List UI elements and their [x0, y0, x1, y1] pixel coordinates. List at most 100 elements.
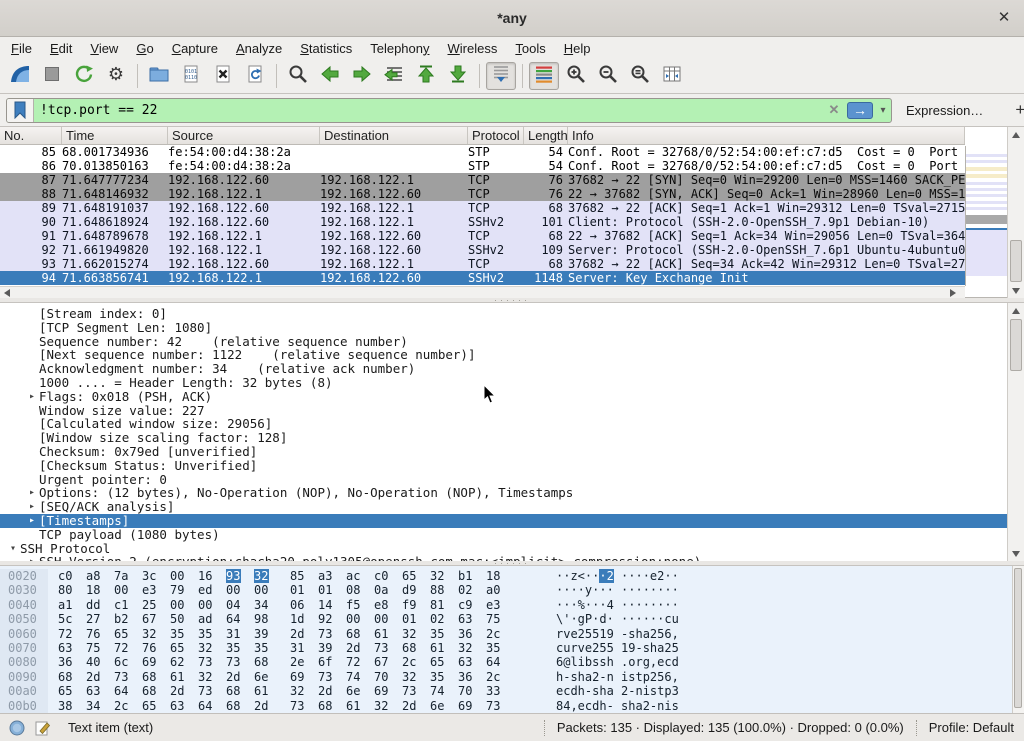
zoom-reset-button[interactable] — [625, 62, 655, 90]
byte[interactable]: 69 — [142, 655, 157, 669]
byte[interactable]: 73 — [198, 684, 213, 698]
byte[interactable]: 72 — [114, 641, 129, 655]
column-header-protocol[interactable]: Protocol — [468, 127, 524, 144]
byte[interactable]: 2c — [486, 670, 501, 684]
filter-dropdown-caret[interactable]: ▾ — [875, 99, 891, 122]
byte[interactable]: e3 — [486, 598, 501, 612]
byte[interactable]: 32 — [290, 684, 305, 698]
byte[interactable]: 73 — [402, 684, 417, 698]
scroll-down-icon[interactable] — [1012, 288, 1020, 294]
byte[interactable]: ed — [198, 583, 213, 597]
byte[interactable]: 68 — [402, 641, 417, 655]
column-header-info[interactable]: Info — [568, 127, 965, 144]
filter-bookmark-button[interactable] — [7, 99, 34, 122]
detail-line[interactable]: TCP payload (1080 bytes) — [0, 528, 1024, 542]
menu-edit[interactable]: Edit — [41, 39, 81, 58]
hex-row-00b0[interactable]: 00b038342c656364682d736861322d6e697384,e… — [0, 699, 1024, 713]
packet-row-89[interactable]: 8971.648191037192.168.122.60192.168.122.… — [0, 201, 965, 215]
packet-list-minimap[interactable] — [965, 146, 1007, 286]
byte[interactable]: 40 — [86, 655, 101, 669]
detail-line[interactable]: [Window size scaling factor: 128] — [0, 431, 1024, 445]
byte[interactable]: 2e — [290, 655, 305, 669]
byte[interactable]: 38 — [58, 699, 73, 713]
scroll-up-icon[interactable] — [1012, 308, 1020, 314]
byte[interactable]: 32 — [374, 699, 389, 713]
byte[interactable]: 61 — [170, 670, 185, 684]
byte[interactable]: 32 — [430, 569, 445, 583]
byte[interactable]: 01 — [402, 612, 417, 626]
byte[interactable]: f5 — [346, 598, 361, 612]
zoom-out-button[interactable] — [593, 62, 623, 90]
byte[interactable]: 31 — [226, 627, 241, 641]
byte[interactable]: 36 — [458, 670, 473, 684]
hex-row-0080[interactable]: 008036406c69627373682e6f72672c6563646@li… — [0, 655, 1024, 669]
byte[interactable]: a8 — [86, 569, 101, 583]
byte[interactable]: 32 — [198, 641, 213, 655]
hex-row-0060[interactable]: 006072766532353531392d7368613235362crve2… — [0, 627, 1024, 641]
byte[interactable]: 65 — [402, 569, 417, 583]
byte[interactable]: 32 — [402, 627, 417, 641]
byte[interactable]: 75 — [486, 612, 501, 626]
byte[interactable]: a1 — [58, 598, 73, 612]
byte[interactable]: f9 — [402, 598, 417, 612]
menu-capture[interactable]: Capture — [163, 39, 227, 58]
byte[interactable]: e8 — [374, 598, 389, 612]
byte[interactable]: 63 — [458, 612, 473, 626]
menu-view[interactable]: View — [81, 39, 127, 58]
byte[interactable]: 65 — [170, 641, 185, 655]
close-window-button[interactable]: ✕ — [994, 8, 1014, 28]
byte[interactable]: ac — [346, 569, 361, 583]
go-to-packet-button[interactable] — [379, 62, 409, 90]
open-file-button[interactable] — [144, 62, 174, 90]
byte[interactable]: 76 — [142, 641, 157, 655]
byte[interactable]: 92 — [318, 612, 333, 626]
packet-row-92[interactable]: 9271.661949820192.168.122.1192.168.122.6… — [0, 243, 965, 257]
byte[interactable]: 35 — [226, 641, 241, 655]
hex-row-0050[interactable]: 00505c27b26750ad64981d92000001026375\'·g… — [0, 612, 1024, 626]
byte[interactable]: 68 — [226, 684, 241, 698]
byte[interactable]: 68 — [346, 627, 361, 641]
detail-line[interactable]: [Next sequence number: 1122 (relative se… — [0, 348, 1024, 362]
menu-wireless[interactable]: Wireless — [439, 39, 507, 58]
hex-row-0090[interactable]: 0090682d736861322d6e697374703235362ch-sh… — [0, 670, 1024, 684]
close-file-button[interactable] — [208, 62, 238, 90]
byte[interactable]: 18 — [486, 569, 501, 583]
byte[interactable]: 0a — [374, 583, 389, 597]
display-filter-input[interactable]: !tcp.port == 22 ✕ → ▾ — [6, 98, 892, 123]
byte[interactable]: d9 — [402, 583, 417, 597]
byte[interactable]: 67 — [374, 655, 389, 669]
byte[interactable]: 00 — [170, 569, 185, 583]
byte[interactable]: 6e — [346, 684, 361, 698]
auto-scroll-button[interactable] — [486, 62, 516, 90]
byte[interactable]: 63 — [58, 641, 73, 655]
byte[interactable]: 70 — [458, 684, 473, 698]
byte[interactable]: 6e — [430, 699, 445, 713]
byte[interactable]: 3c — [142, 569, 157, 583]
byte[interactable]: 6c — [114, 655, 129, 669]
byte[interactable]: 6e — [254, 670, 269, 684]
byte[interactable]: 00 — [198, 598, 213, 612]
byte[interactable]: 06 — [290, 598, 305, 612]
byte[interactable]: 34 — [254, 598, 269, 612]
byte[interactable]: 65 — [430, 655, 445, 669]
byte[interactable]: 80 — [58, 583, 73, 597]
go-back-button[interactable] — [315, 62, 345, 90]
scroll-up-icon[interactable] — [1012, 132, 1020, 138]
column-header-time[interactable]: Time — [62, 127, 168, 144]
byte[interactable]: 35 — [170, 627, 185, 641]
byte[interactable]: 73 — [486, 699, 501, 713]
go-last-button[interactable] — [443, 62, 473, 90]
packet-row-87[interactable]: 8771.647777234192.168.122.60192.168.122.… — [0, 173, 965, 187]
byte[interactable]: 79 — [170, 583, 185, 597]
byte[interactable]: 32 — [458, 641, 473, 655]
byte[interactable]: 01 — [290, 583, 305, 597]
byte[interactable]: 63 — [86, 684, 101, 698]
byte[interactable]: 6f — [318, 655, 333, 669]
byte[interactable]: a3 — [318, 569, 333, 583]
byte[interactable]: 61 — [346, 699, 361, 713]
detail-line[interactable]: Window size value: 227 — [0, 404, 1024, 418]
byte[interactable]: 5c — [58, 612, 73, 626]
reload-file-button[interactable] — [240, 62, 270, 90]
byte[interactable]: 73 — [318, 627, 333, 641]
byte[interactable]: 70 — [374, 670, 389, 684]
